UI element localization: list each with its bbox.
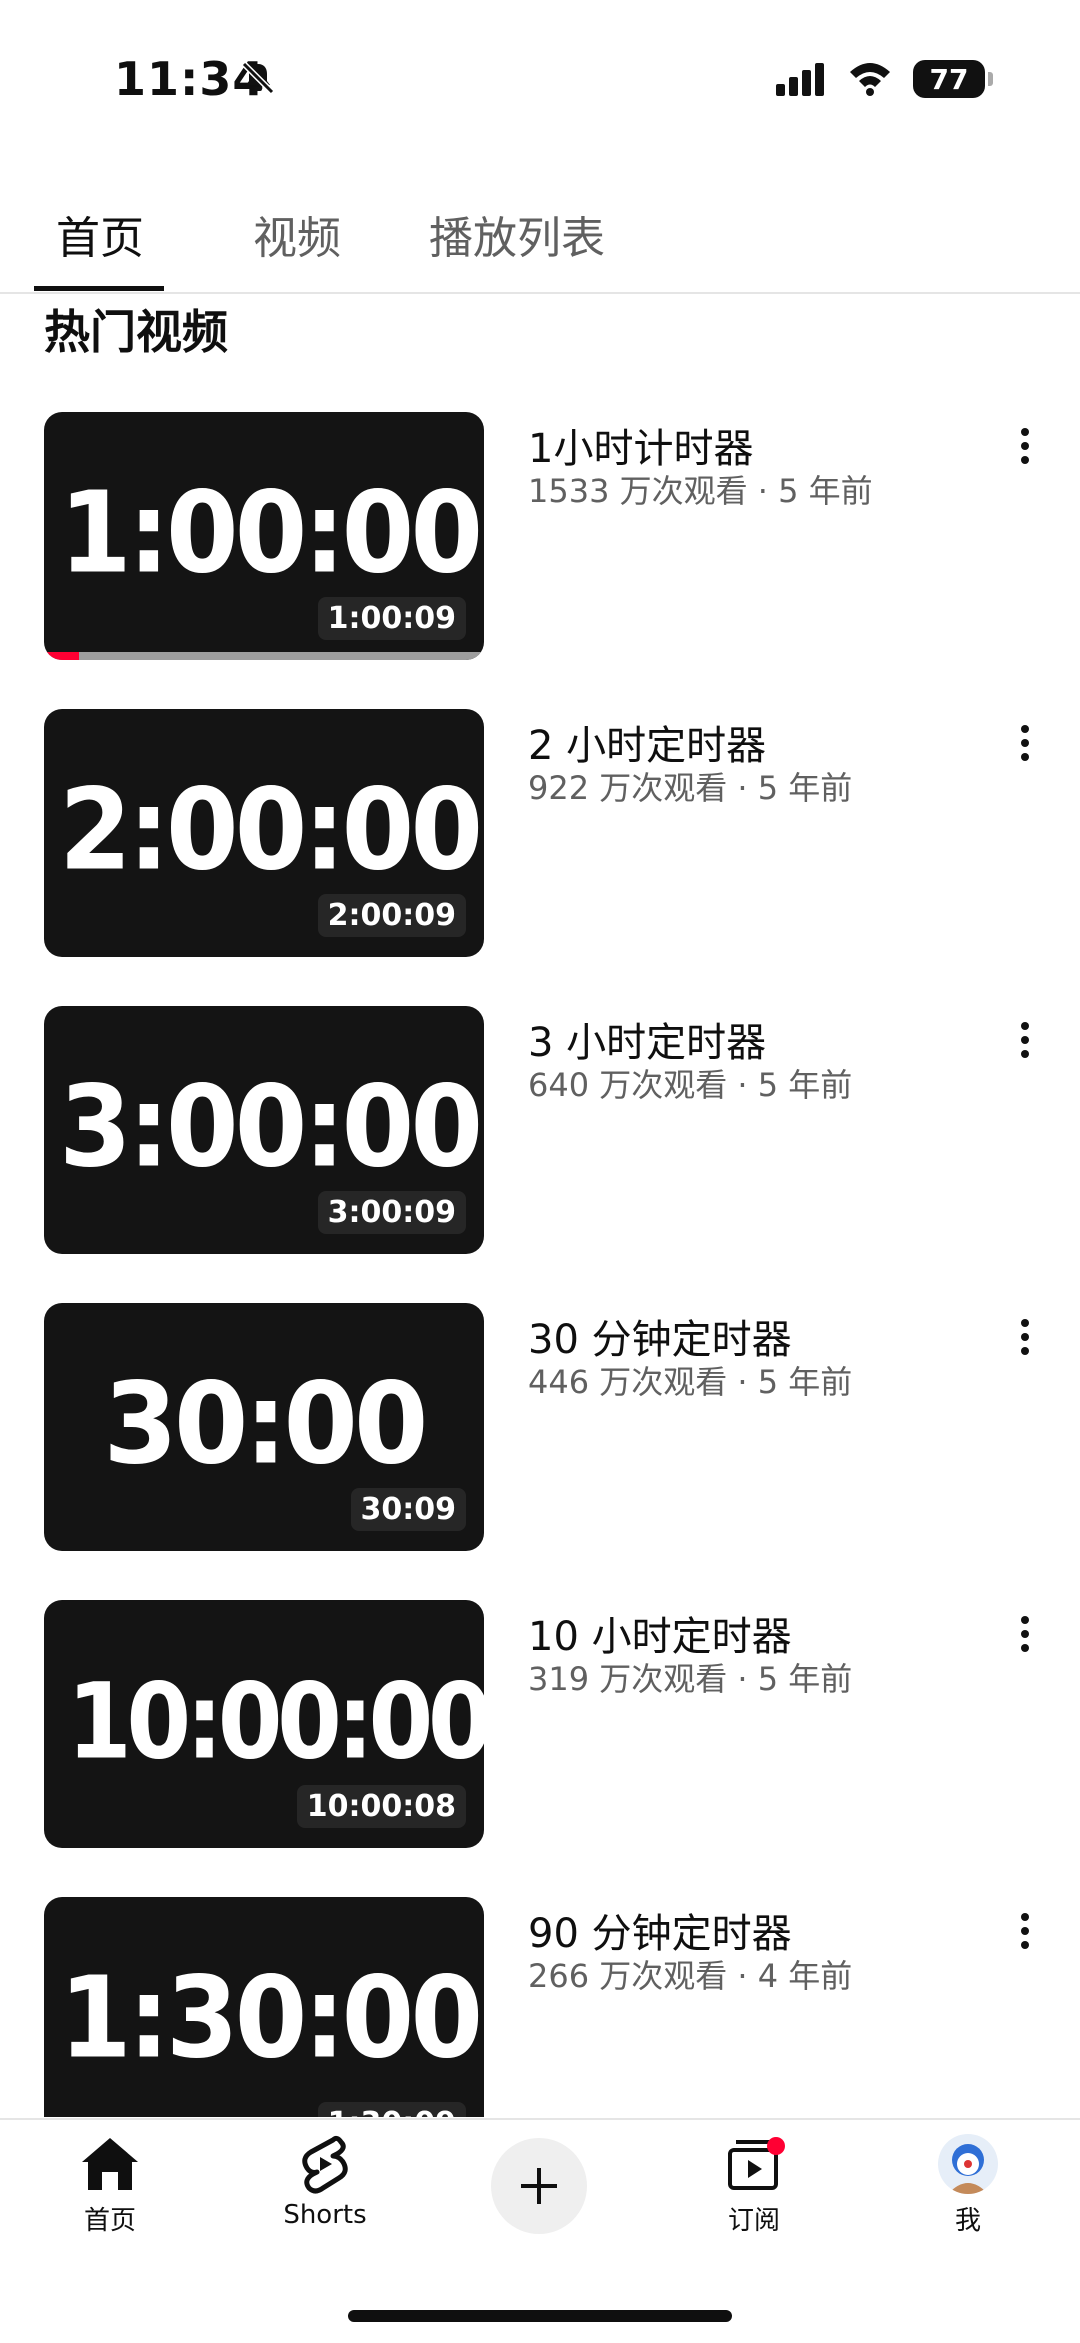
video-meta: 922 万次观看 · 5 年前 [528,769,853,807]
plus-icon [521,2168,557,2204]
duration-badge: 3:00:09 [317,1191,466,1234]
video-meta: 1533 万次观看 · 5 年前 [528,472,873,510]
video-thumbnail[interactable]: 30:00 30:09 [44,1303,484,1551]
video-meta: 446 万次观看 · 5 年前 [528,1363,853,1401]
thumbnail-text: 10:00:00 [66,1660,484,1783]
tab-playlists[interactable]: 播放列表 [429,202,605,266]
avatar-image-icon [948,2144,988,2194]
video-thumbnail[interactable]: 3:00:00 3:00:09 [44,1006,484,1254]
active-tab-indicator [34,286,164,291]
more-options-icon[interactable] [1010,713,1040,773]
video-thumbnail[interactable]: 1:00:00 1:00:09 [44,412,484,660]
video-item[interactable]: 1:30:00 1:30:09 90 分钟定时器 266 万次观看 · 4 年前 [0,1897,1080,2117]
bell-muted-icon [241,61,275,95]
video-thumbnail[interactable]: 1:30:00 1:30:09 [44,1897,484,2117]
watch-progress-fill [44,652,80,660]
tab-home[interactable]: 首页 [56,202,144,266]
nav-home-label: 首页 [83,2206,136,2236]
subscriptions-icon [728,2137,785,2190]
more-options-icon[interactable] [1010,1604,1040,1664]
duration-badge: 1:00:09 [317,597,466,640]
thumbnail-text: 1:30:00 [59,1953,483,2084]
video-meta: 319 万次观看 · 5 年前 [528,1660,853,1698]
duration-badge: 2:00:09 [317,894,466,937]
video-item[interactable]: 1:00:00 1:00:09 1小时计时器 1533 万次观看 · 5 年前 [0,412,1080,662]
signal-icon [776,63,824,96]
home-icon [82,2138,138,2190]
nav-shorts-label: Shorts [283,2200,367,2230]
video-item[interactable]: 30:00 30:09 30 分钟定时器 446 万次观看 · 5 年前 [0,1303,1080,1553]
home-indicator [348,2310,732,2322]
battery-indicator: 77 [913,60,993,98]
more-options-icon[interactable] [1010,1010,1040,1070]
video-meta: 640 万次观看 · 5 年前 [528,1066,853,1104]
more-options-icon[interactable] [1010,416,1040,476]
avatar [938,2134,998,2194]
duration-badge: 30:09 [350,1488,466,1531]
nav-home[interactable]: 首页 [40,2134,180,2237]
thumbnail-text: 2:00:00 [59,765,483,896]
duration-badge: 1:30:09 [317,2102,466,2117]
nav-shorts[interactable]: Shorts [255,2134,395,2230]
video-item[interactable]: 2:00:00 2:00:09 2 小时定时器 922 万次观看 · 5 年前 [0,709,1080,959]
nav-me[interactable]: 我 [898,2134,1038,2237]
shorts-icon [302,2135,348,2194]
duration-badge: 10:00:08 [296,1785,466,1828]
create-button[interactable] [491,2138,587,2234]
thumbnail-text: 30:00 [103,1359,428,1490]
watch-progress-bar [44,652,484,660]
more-options-icon[interactable] [1010,1307,1040,1367]
video-thumbnail[interactable]: 10:00:00 10:00:08 [44,1600,484,1848]
nav-subscriptions[interactable]: 订阅 [684,2134,824,2237]
wifi-icon [850,63,890,96]
tab-videos[interactable]: 视频 [253,202,341,266]
video-meta: 266 万次观看 · 4 年前 [528,1957,853,1995]
status-bar: 11:34 77 [0,0,1080,150]
video-thumbnail[interactable]: 2:00:00 2:00:09 [44,709,484,957]
channel-tabs: 首页 视频 播放列表 [0,180,1080,294]
section-title: 热门视频 [44,305,228,359]
nav-me-label: 我 [954,2206,981,2236]
thumbnail-text: 1:00:00 [59,468,483,599]
video-item[interactable]: 10:00:00 10:00:08 10 小时定时器 319 万次观看 · 5 … [0,1600,1080,1850]
video-item[interactable]: 3:00:00 3:00:09 3 小时定时器 640 万次观看 · 5 年前 [0,1006,1080,1256]
more-options-icon[interactable] [1010,1901,1040,1961]
nav-subscriptions-label: 订阅 [727,2206,780,2236]
thumbnail-text: 3:00:00 [59,1062,483,1193]
